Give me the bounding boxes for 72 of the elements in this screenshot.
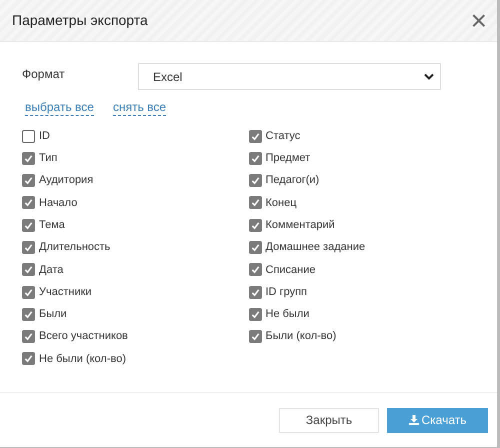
check-icon — [250, 332, 260, 342]
checkbox[interactable] — [22, 308, 35, 321]
checkbox[interactable] — [248, 174, 262, 188]
check-icon — [24, 354, 33, 364]
checkbox-label: Участники — [39, 284, 92, 300]
checkbox-label: ID групп — [266, 284, 307, 300]
format-select[interactable]: Excel — [138, 63, 441, 90]
checkbox[interactable] — [248, 286, 262, 299]
check-icon — [250, 132, 260, 140]
select-link[interactable]: выбрать все — [25, 100, 94, 116]
checkbox[interactable] — [248, 263, 262, 276]
check-icon — [24, 198, 33, 208]
checkbox[interactable] — [22, 196, 35, 210]
checkbox[interactable] — [22, 263, 35, 276]
checkbox-label: ID — [39, 128, 50, 144]
check-icon — [24, 288, 33, 297]
check-icon — [250, 154, 260, 163]
check-icon — [250, 176, 260, 186]
checkbox-label: Начало — [39, 196, 78, 211]
checkbox-label: Статус — [266, 128, 300, 144]
checkbox-label: Предмет — [266, 151, 310, 166]
checkbox[interactable] — [248, 308, 262, 321]
check-icon — [24, 242, 33, 252]
checkbox[interactable] — [22, 152, 35, 165]
checkbox-label: Дата — [39, 262, 64, 278]
check-icon — [250, 242, 260, 252]
download-button[interactable]: Скачать — [387, 408, 488, 432]
checkbox-label: Аудитория — [39, 173, 94, 188]
checkbox[interactable] — [248, 218, 262, 232]
checkbox[interactable] — [22, 174, 35, 188]
checkbox[interactable] — [248, 152, 262, 165]
chevron-down-icon — [424, 73, 434, 80]
checkbox-label: Списание — [266, 262, 316, 278]
close-dialog-button[interactable]: Закрыть — [279, 408, 379, 432]
checkbox[interactable] — [22, 286, 35, 299]
format-label: Формат — [22, 66, 66, 83]
check-icon — [24, 220, 33, 230]
dialog-title: Параметры экспорта — [12, 11, 148, 30]
checkbox-label: Всего участников — [39, 329, 128, 344]
checkbox-label: Были — [39, 307, 67, 322]
checkbox-label: Педагог(и) — [266, 173, 320, 188]
checkbox-label: Домашнее задание — [266, 240, 366, 256]
download-icon — [408, 415, 418, 425]
select-link[interactable]: снять все — [112, 100, 166, 116]
check-icon — [24, 154, 33, 163]
check-icon — [24, 310, 33, 319]
checkbox[interactable] — [248, 330, 262, 344]
checkbox[interactable] — [22, 352, 35, 366]
checkbox-label: Не были — [266, 307, 310, 322]
checkbox[interactable] — [22, 330, 35, 344]
check-icon — [250, 198, 260, 208]
checkbox-label: Длительность — [39, 240, 110, 256]
check-icon — [250, 220, 260, 230]
checkbox[interactable] — [248, 196, 262, 210]
check-icon — [250, 265, 260, 274]
checkbox-label: Тип — [39, 151, 58, 166]
check-icon — [24, 332, 33, 342]
check-icon — [24, 265, 33, 274]
checkbox-label: Тема — [39, 218, 65, 233]
close-button[interactable]: × — [470, 6, 487, 34]
checkbox-label: Не были (кол-во) — [39, 352, 126, 367]
checkbox[interactable] — [22, 130, 35, 142]
checkbox-label: Были (кол-во) — [266, 329, 336, 344]
checkbox-label: Конец — [266, 196, 297, 211]
check-icon — [250, 310, 260, 319]
checkbox[interactable] — [22, 240, 35, 254]
check-icon — [24, 176, 33, 186]
checkbox[interactable] — [248, 130, 262, 142]
checkbox[interactable] — [248, 240, 262, 254]
check-icon — [250, 288, 260, 297]
checkbox[interactable] — [22, 218, 35, 232]
checkbox-label: Комментарий — [266, 218, 335, 233]
